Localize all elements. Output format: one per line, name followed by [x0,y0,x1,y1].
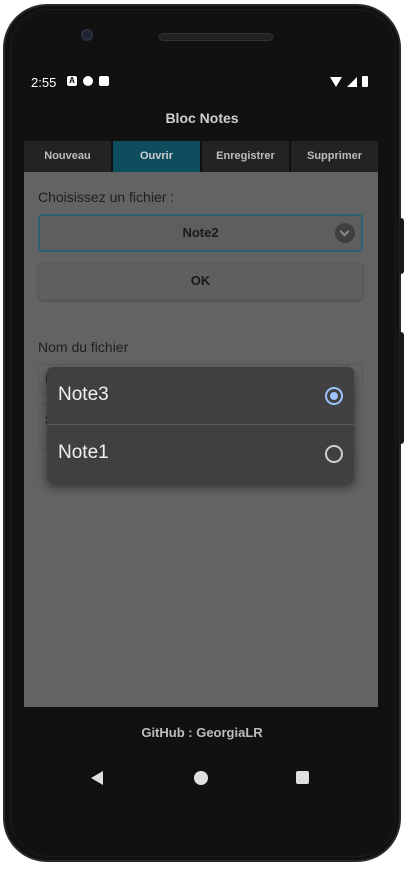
github-footer: GitHub : GeorgiaLR [141,725,263,740]
file-select-value: Note2 [182,225,219,240]
app-title: Bloc Notes [165,110,239,126]
back-icon[interactable] [91,771,103,785]
wifi-icon [330,77,342,87]
front-camera [81,29,93,41]
home-icon[interactable] [194,771,208,785]
sd-card-icon [99,76,109,86]
chevron-down-icon [335,223,355,243]
radio-unchecked-icon[interactable] [325,445,343,463]
tab-enregistrer[interactable]: Enregistrer [202,141,289,172]
tab-nouveau[interactable]: Nouveau [24,141,111,172]
radio-checked-icon[interactable] [325,387,343,405]
file-select[interactable]: Note2 [38,214,363,252]
earpiece-speaker [159,33,273,41]
sync-icon [83,76,93,86]
dropdown-option-label: Note1 [58,442,109,463]
status-time: 2:55 [31,75,57,90]
status-right-icons [330,76,368,87]
choose-file-label: Choisissez un fichier : [38,189,175,205]
tab-supprimer[interactable]: Supprimer [291,141,378,172]
signal-icon [347,77,357,87]
file-name-label: Nom du fichier [38,339,129,355]
dropdown-option-note1[interactable]: Note1 [47,425,354,483]
tab-ouvrir[interactable]: Ouvrir [113,141,200,172]
file-dropdown-menu: Note3 Note1 [47,367,354,483]
recents-icon[interactable] [296,771,309,784]
dropdown-option-note3[interactable]: Note3 [47,367,354,425]
power-button [398,218,404,274]
battery-icon [362,76,368,87]
volume-button [398,332,404,444]
tab-bar: Nouveau Ouvrir Enregistrer Supprimer [24,141,378,172]
a-icon: A [67,76,77,86]
ok-button[interactable]: OK [38,262,363,300]
status-left-icons: A [67,76,109,86]
dropdown-option-label: Note3 [58,384,109,405]
